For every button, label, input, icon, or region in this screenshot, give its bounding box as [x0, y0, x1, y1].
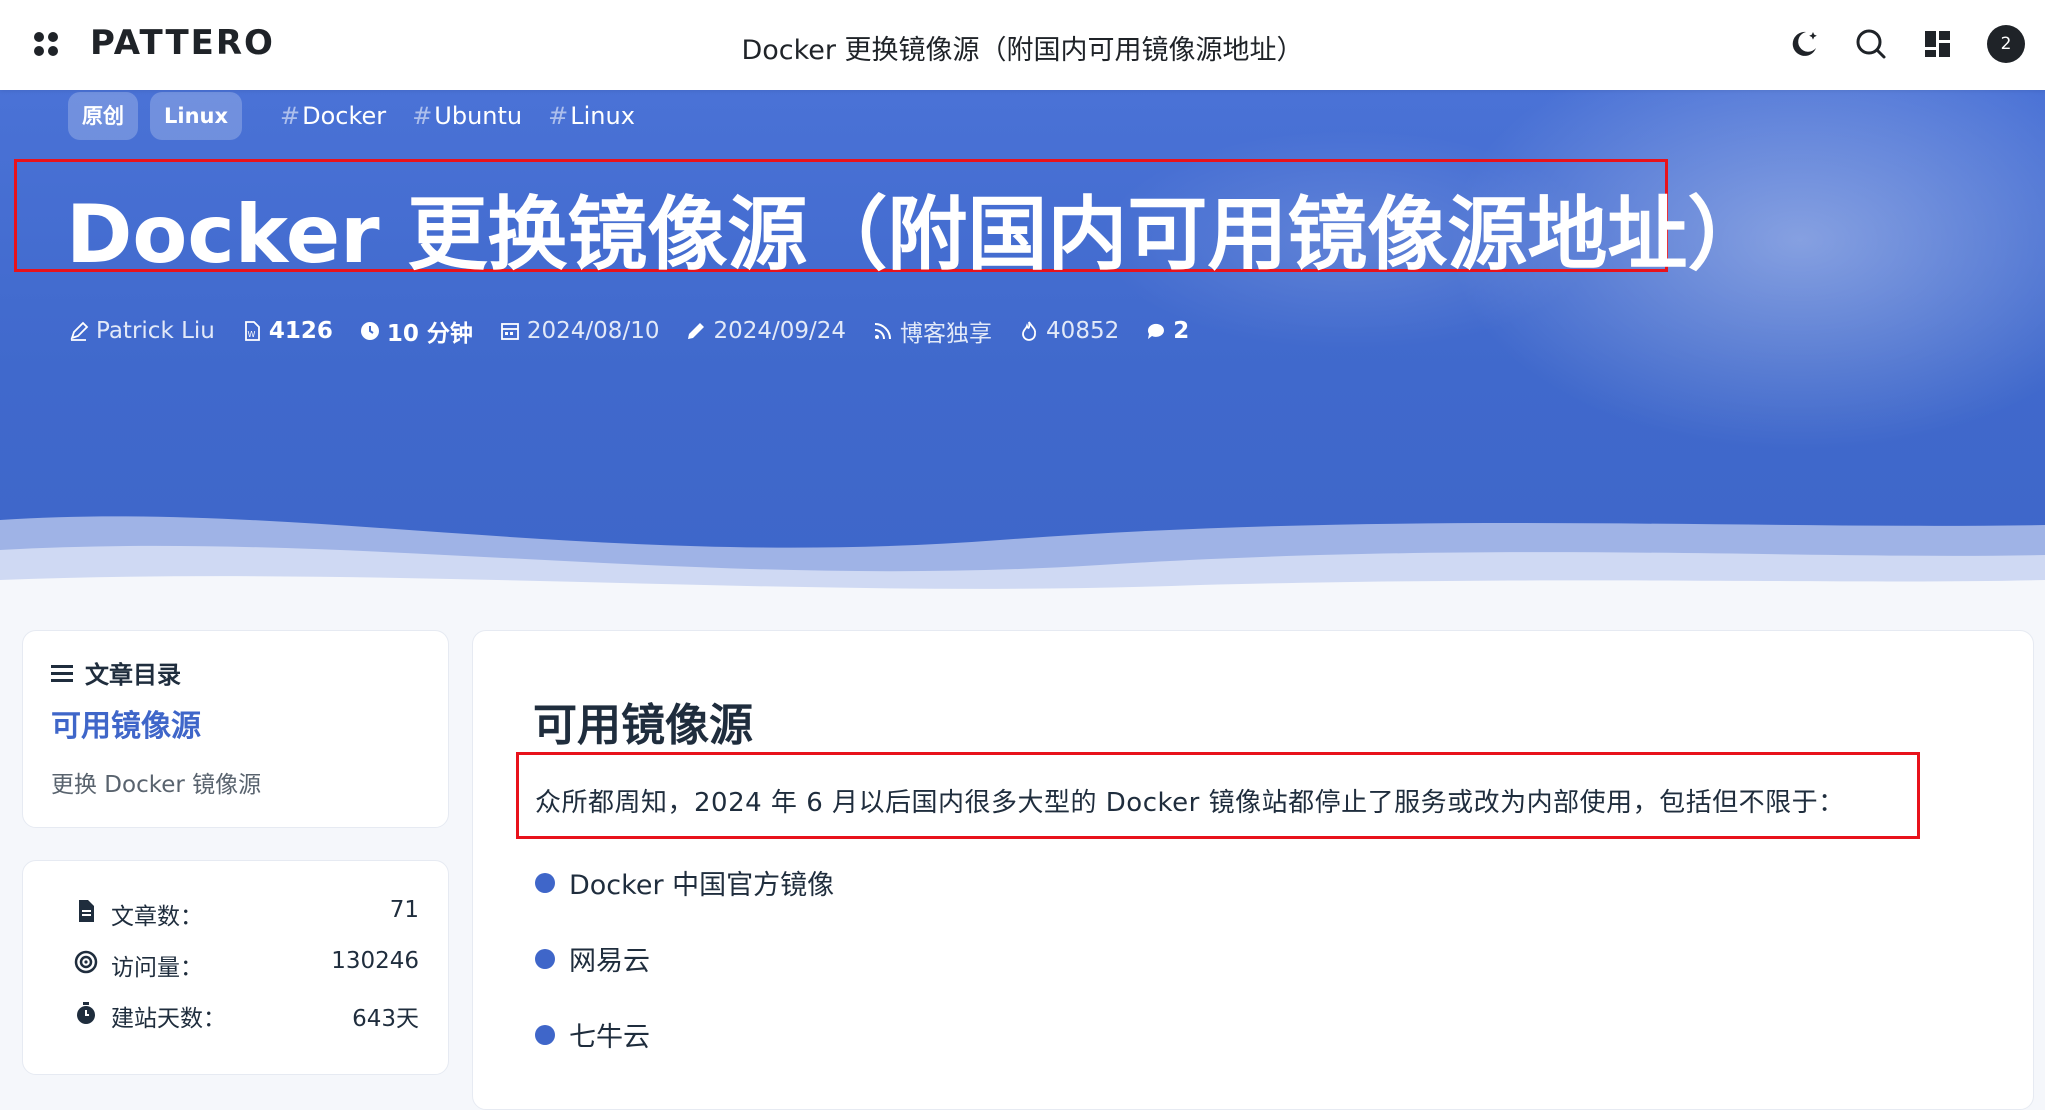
meta-author[interactable]: Patrick Liu [68, 318, 215, 344]
search-icon[interactable] [1853, 26, 1889, 62]
tag-bar: 原创 Linux #Docker #Ubuntu #Linux [68, 92, 635, 140]
bullet-icon [535, 872, 555, 893]
pen-icon [70, 321, 89, 341]
toc-card: 文章目录 可用镜像源 更换 Docker 镜像源 [22, 630, 449, 828]
stopwatch-icon [77, 1002, 95, 1024]
bullet-icon [535, 1024, 555, 1045]
toc-item[interactable]: 更换 Docker 镜像源 [51, 765, 261, 799]
hashtag-linux[interactable]: #Linux [548, 102, 635, 130]
list-item: Docker 中国官方镜像 [535, 863, 834, 902]
tag-original[interactable]: 原创 [68, 92, 138, 140]
stat-visits: 访问量： 130246 [73, 944, 419, 981]
comment-icon [1148, 323, 1165, 339]
article-title: Docker 更换镜像源（附国内可用镜像源地址） [66, 188, 1768, 281]
section-heading: 可用镜像源 [533, 700, 753, 751]
calendar-icon [500, 323, 519, 340]
hashtag-ubuntu[interactable]: #Ubuntu [412, 102, 522, 130]
list-item: 七牛云 [535, 1015, 650, 1054]
meta-word-count: W 4126 [241, 318, 333, 344]
pencil-icon [688, 323, 705, 339]
meta-comments[interactable]: 2 [1145, 318, 1189, 344]
meta-updated-date: 2024/09/24 [685, 318, 846, 344]
meta-source: 博客独享 [872, 314, 992, 348]
file-icon [79, 900, 94, 922]
rss-icon [874, 323, 892, 340]
fire-icon [1022, 321, 1037, 341]
list-icon [51, 664, 73, 682]
bullet-icon [535, 948, 555, 969]
hashtag-docker[interactable]: #Docker [280, 102, 386, 130]
intro-paragraph: 众所都周知，2024 年 6 月以后国内很多大型的 Docker 镜像站都停止了… [535, 788, 1845, 818]
notification-badge[interactable]: 2 [1987, 25, 2025, 63]
hero-wave [0, 516, 2045, 600]
toc-heading: 文章目录 [51, 655, 181, 690]
target-icon [74, 950, 98, 974]
page-title: Docker 更换镜像源（附国内可用镜像源地址） [741, 35, 1304, 66]
meta-read-time: 10 分钟 [359, 314, 473, 348]
clock-icon [360, 322, 379, 340]
dashboard-icon[interactable] [1920, 26, 1956, 62]
stat-days: 建站天数： 643天 [73, 995, 419, 1032]
site-stats-card: 文章数： 71 访问量： 130246 建站天数： 643天 [22, 860, 449, 1075]
svg-text:W: W [247, 330, 255, 339]
article-body: 可用镜像源 众所都周知，2024 年 6 月以后国内很多大型的 Docker 镜… [472, 630, 2034, 1110]
list-item: 网易云 [535, 939, 650, 978]
toc-item-active[interactable]: 可用镜像源 [51, 701, 201, 745]
top-navbar: PATTERO Docker 更换镜像源（附国内可用镜像源地址） 2 [0, 0, 2045, 90]
stat-articles: 文章数： 71 [73, 893, 419, 930]
meta-created-date: 2024/08/10 [499, 318, 659, 344]
tag-linux-category[interactable]: Linux [150, 92, 243, 140]
article-meta: Patrick Liu W 4126 10 分钟 2024/08/10 2024… [68, 314, 1189, 348]
meta-views: 40852 [1018, 318, 1119, 344]
word-file-icon: W [244, 321, 260, 341]
moon-icon[interactable] [1786, 26, 1822, 62]
